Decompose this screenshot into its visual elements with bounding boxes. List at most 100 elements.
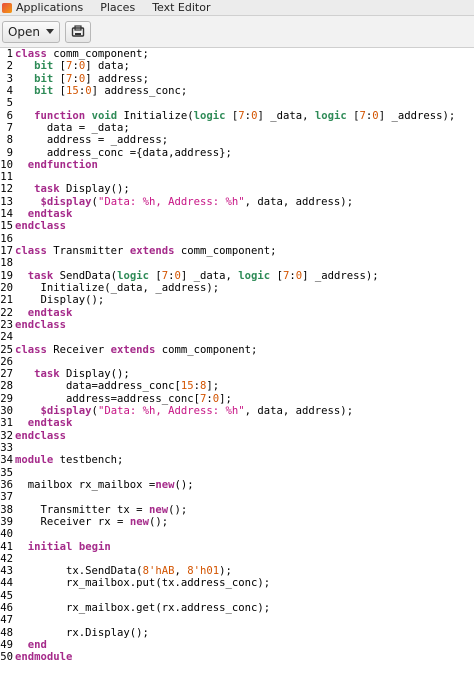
code-line[interactable]: 9 address_conc ={data,address}; bbox=[0, 147, 474, 159]
code-line[interactable]: 46 rx_mailbox.get(rx.address_conc); bbox=[0, 602, 474, 614]
code-line[interactable]: 10 endfunction bbox=[0, 159, 474, 171]
code-line[interactable]: 8 address = _address; bbox=[0, 134, 474, 146]
code-line[interactable]: 18 bbox=[0, 257, 474, 269]
code-text: class comm_component; bbox=[13, 48, 149, 60]
code-token: comm_component; bbox=[155, 343, 258, 356]
code-line[interactable]: 28 data=address_conc[15:8]; bbox=[0, 380, 474, 392]
line-number: 46 bbox=[0, 602, 13, 615]
code-token: ] address; bbox=[85, 72, 149, 85]
line-number: 5 bbox=[6, 97, 13, 110]
code-token: (); bbox=[148, 515, 169, 528]
code-line[interactable]: 34 module testbench; bbox=[0, 454, 474, 466]
code-line[interactable]: 15 endclass bbox=[0, 220, 474, 232]
code-line[interactable]: 45 bbox=[0, 590, 474, 602]
code-line[interactable]: 12 task Display(); bbox=[0, 183, 474, 195]
line-number: 38 bbox=[0, 503, 13, 516]
applications-menu[interactable]: Applications bbox=[16, 1, 83, 14]
code-line[interactable]: 47 bbox=[0, 614, 474, 626]
line-number: 16 bbox=[0, 232, 13, 245]
code-token: logic bbox=[314, 109, 347, 122]
code-line[interactable]: 14 endtask bbox=[0, 208, 474, 220]
code-text: address=address_conc[7:0]; bbox=[13, 393, 232, 405]
code-line[interactable]: 31 endtask bbox=[0, 417, 474, 429]
code-line[interactable]: 30 $display("Data: %h, Address: %h", dat… bbox=[0, 405, 474, 417]
code-line[interactable]: 13 $display("Data: %h, Address: %h", dat… bbox=[0, 196, 474, 208]
code-editor[interactable]: 1 class comm_component; 2 bit [7:0] data; 3… bbox=[0, 48, 474, 664]
code-line[interactable]: 1 class comm_component; bbox=[0, 48, 474, 60]
code-token: data=address_conc[ bbox=[15, 380, 181, 393]
code-line[interactable]: 4 bit [15:0] address_conc; bbox=[0, 85, 474, 97]
code-line[interactable]: 3 bit [7:0] address; bbox=[0, 73, 474, 85]
code-line[interactable]: 7 data = _data; bbox=[0, 122, 474, 134]
line-number: 35 bbox=[0, 466, 13, 479]
code-token: new bbox=[155, 478, 175, 491]
code-line[interactable]: 37 bbox=[0, 491, 474, 503]
code-line[interactable]: 32 endclass bbox=[0, 430, 474, 442]
code-line[interactable]: 5 bbox=[0, 97, 474, 109]
line-number: 12 bbox=[0, 183, 13, 196]
line-number: 27 bbox=[0, 368, 13, 381]
code-line[interactable]: 41 initial begin bbox=[0, 541, 474, 553]
save-button[interactable] bbox=[65, 20, 91, 43]
line-number: 45 bbox=[0, 589, 13, 602]
line-number: 22 bbox=[0, 306, 13, 319]
code-line[interactable]: 22 endtask bbox=[0, 307, 474, 319]
code-line[interactable]: 33 bbox=[0, 442, 474, 454]
code-token: ]; bbox=[206, 380, 220, 393]
code-token: endfunction bbox=[27, 158, 98, 171]
code-line[interactable]: 21 Display(); bbox=[0, 294, 474, 306]
code-line[interactable]: 44 rx_mailbox.put(tx.address_conc); bbox=[0, 577, 474, 589]
line-number: 48 bbox=[0, 626, 13, 639]
code-text: module testbench; bbox=[13, 454, 123, 466]
code-line[interactable]: 19 task SendData(logic [7:0] _data, logi… bbox=[0, 270, 474, 282]
places-menu[interactable]: Places bbox=[100, 1, 135, 14]
code-line[interactable]: 20 Initialize(_data, _address); bbox=[0, 282, 474, 294]
code-line[interactable]: 35 bbox=[0, 467, 474, 479]
code-text: mailbox rx_mailbox =new(); bbox=[13, 479, 194, 491]
line-number: 36 bbox=[0, 478, 13, 491]
code-token: address = _address; bbox=[15, 134, 169, 147]
code-line[interactable]: 40 bbox=[0, 528, 474, 540]
code-line[interactable]: 29 address=address_conc[7:0]; bbox=[0, 393, 474, 405]
code-line[interactable]: 17 class Transmitter extends comm_compone… bbox=[0, 245, 474, 257]
code-line[interactable]: 23 endclass bbox=[0, 319, 474, 331]
code-line[interactable]: 24 bbox=[0, 331, 474, 343]
code-line[interactable]: 48 rx.Display(); bbox=[0, 627, 474, 639]
code-line[interactable]: 25 class Receiver extends comm_component; bbox=[0, 344, 474, 356]
code-line[interactable]: 43 tx.SendData(8'hAB, 8'h01); bbox=[0, 565, 474, 577]
code-text: Initialize(_data, _address); bbox=[13, 282, 220, 294]
code-line[interactable]: 2 bit [7:0] data; bbox=[0, 60, 474, 72]
code-token: task bbox=[27, 269, 54, 282]
code-text: tx.SendData(8'hAB, 8'h01); bbox=[13, 565, 232, 577]
applications-icon bbox=[2, 2, 12, 13]
code-line[interactable]: 38 Transmitter tx = new(); bbox=[0, 504, 474, 516]
code-line[interactable]: 16 bbox=[0, 233, 474, 245]
code-token: logic bbox=[117, 269, 149, 282]
line-number: 41 bbox=[0, 540, 13, 553]
open-button[interactable]: Open bbox=[2, 20, 60, 43]
code-line[interactable]: 50 endmodule bbox=[0, 651, 474, 663]
line-number: 30 bbox=[0, 405, 13, 418]
code-line[interactable]: 36 mailbox rx_mailbox =new(); bbox=[0, 479, 474, 491]
code-line[interactable]: 39 Receiver rx = new(); bbox=[0, 516, 474, 528]
code-token: bit bbox=[34, 72, 54, 85]
code-line[interactable]: 6 function void Initialize(logic [7:0] _… bbox=[0, 110, 474, 122]
code-line[interactable]: 11 bbox=[0, 171, 474, 183]
code-text: endtask bbox=[13, 307, 73, 319]
code-token: mailbox rx_mailbox = bbox=[15, 478, 156, 491]
line-number: 20 bbox=[0, 281, 13, 294]
line-number: 34 bbox=[0, 454, 13, 467]
code-line[interactable]: 26 bbox=[0, 356, 474, 368]
code-text: bit [7:0] data; bbox=[13, 60, 130, 72]
text-editor-menu[interactable]: Text Editor bbox=[152, 1, 210, 14]
code-line[interactable]: 49 end bbox=[0, 639, 474, 651]
code-line[interactable]: 42 bbox=[0, 553, 474, 565]
code-line[interactable]: 27 task Display(); bbox=[0, 368, 474, 380]
code-token: address=address_conc[ bbox=[15, 392, 200, 405]
